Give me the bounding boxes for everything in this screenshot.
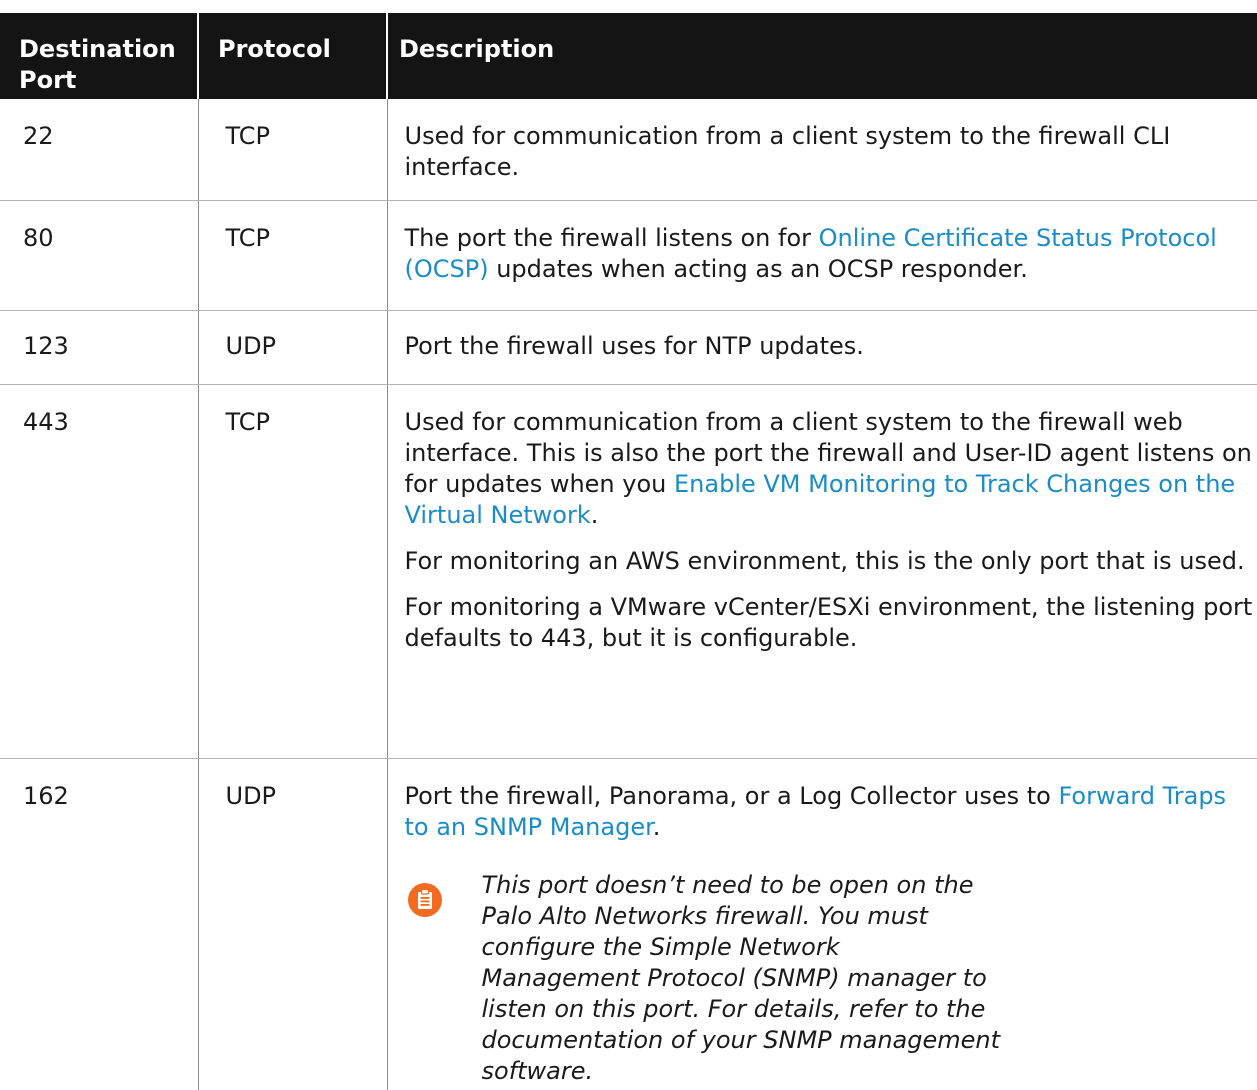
- header-description: Description: [387, 13, 1257, 99]
- note-callout: This port doesn’t need to be open on the…: [405, 870, 1257, 1087]
- protocol-cell: UDP: [198, 310, 387, 384]
- description-text: The port the firewall listens on for Onl…: [405, 223, 1257, 285]
- header-destination-port: Destination Port: [0, 13, 198, 99]
- protocol-cell: TCP: [198, 384, 387, 758]
- description-cell: Used for communication from a client sys…: [387, 384, 1257, 758]
- table-row: 162 UDP Port the firewall, Panorama, or …: [0, 758, 1257, 1090]
- description-text-before: The port the firewall listens on for: [405, 224, 819, 252]
- description-cell: Used for communication from a client sys…: [387, 99, 1257, 200]
- note-text: This port doesn’t need to be open on the…: [482, 870, 1002, 1087]
- table-row: 80 TCP The port the firewall listens on …: [0, 200, 1257, 310]
- description-text-after: .: [591, 501, 599, 529]
- protocol-cell: TCP: [198, 200, 387, 310]
- ports-table: Destination Port Protocol Description 22…: [0, 13, 1257, 1090]
- description-text-after: updates when acting as an OCSP responder…: [489, 255, 1028, 283]
- table-header: Destination Port Protocol Description: [0, 13, 1257, 99]
- description-cell: Port the firewall, Panorama, or a Log Co…: [387, 758, 1257, 1090]
- port-cell: 80: [0, 200, 198, 310]
- table-row: 22 TCP Used for communication from a cli…: [0, 99, 1257, 200]
- description-cell: Port the firewall uses for NTP updates.: [387, 310, 1257, 384]
- port-cell: 162: [0, 758, 198, 1090]
- description-cell: The port the firewall listens on for Onl…: [387, 200, 1257, 310]
- table-row: 123 UDP Port the firewall uses for NTP u…: [0, 310, 1257, 384]
- clipboard-note-icon: [408, 883, 442, 917]
- description-vmware-text: For monitoring a VMware vCenter/ESXi env…: [405, 592, 1257, 654]
- description-text: Port the firewall uses for NTP updates.: [405, 331, 1257, 362]
- description-text: Used for communication from a client sys…: [405, 121, 1257, 183]
- protocol-cell: UDP: [198, 758, 387, 1090]
- description-text: Used for communication from a client sys…: [405, 407, 1257, 531]
- port-cell: 443: [0, 384, 198, 758]
- description-text: Port the firewall, Panorama, or a Log Co…: [405, 781, 1257, 843]
- table-row: 443 TCP Used for communication from a cl…: [0, 384, 1257, 758]
- port-cell: 22: [0, 99, 198, 200]
- description-text-before: Port the firewall, Panorama, or a Log Co…: [405, 782, 1059, 810]
- header-row: Destination Port Protocol Description: [0, 13, 1257, 99]
- description-text-after: .: [653, 813, 661, 841]
- header-protocol: Protocol: [198, 13, 387, 99]
- port-cell: 123: [0, 310, 198, 384]
- description-aws-text: For monitoring an AWS environment, this …: [405, 546, 1257, 577]
- table-body: 22 TCP Used for communication from a cli…: [0, 99, 1257, 1090]
- protocol-cell: TCP: [198, 99, 387, 200]
